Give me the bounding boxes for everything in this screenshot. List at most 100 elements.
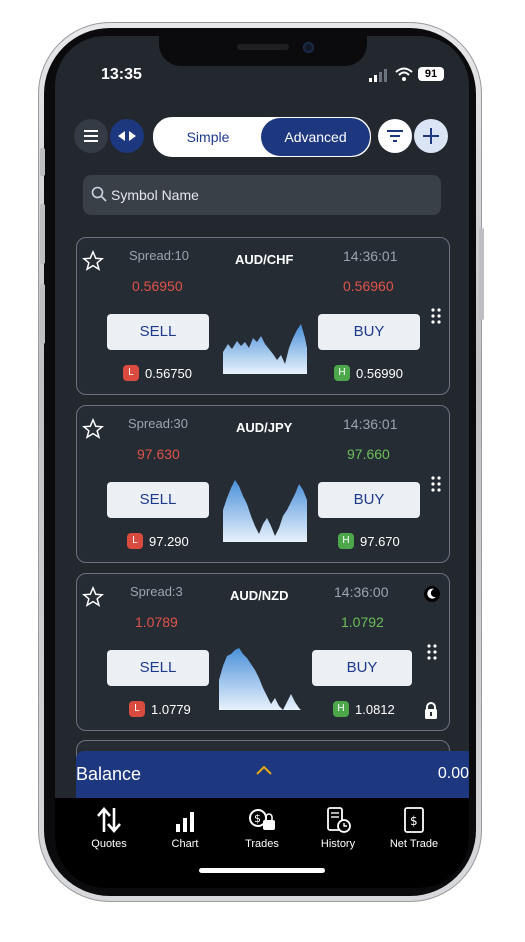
sell-button[interactable]: SELL: [107, 482, 209, 518]
bid-price: 0.56950: [132, 278, 183, 294]
tab-label: Net Trade: [389, 838, 439, 850]
menu-button[interactable]: [74, 119, 108, 153]
balance-label: Balance: [76, 764, 142, 784]
quote-time: 14:36:01: [343, 248, 398, 264]
symbol-name: AUD/JPY: [236, 420, 293, 435]
ask-price: 0.56960: [343, 278, 394, 294]
tab-label: Chart: [171, 838, 199, 850]
daily-low: L 1.0779: [129, 700, 191, 718]
tab-trades[interactable]: $ Trades: [223, 798, 301, 850]
low-badge: L: [127, 533, 143, 549]
search-placeholder: Symbol Name: [111, 187, 199, 203]
view-toggle-button[interactable]: [110, 119, 144, 153]
daily-low: L 97.290: [127, 532, 189, 550]
quote-card[interactable]: Spread:30 AUD/JPY 14:36:01 97.630 97.660…: [76, 405, 450, 563]
buy-button[interactable]: BUY: [312, 650, 412, 686]
chevron-up-icon[interactable]: [256, 765, 272, 775]
home-indicator: [199, 868, 325, 873]
low-badge: L: [129, 701, 145, 717]
status-time: 13:35: [101, 66, 142, 83]
low-value: 0.56750: [145, 365, 192, 381]
trades-icon: $: [249, 809, 275, 830]
svg-text:$: $: [254, 812, 261, 825]
high-badge: H: [334, 365, 350, 381]
daily-low: L 0.56750: [123, 364, 192, 382]
spread-label: Spread:3: [130, 584, 183, 599]
volume-up-button: [40, 204, 45, 264]
hamburger-icon: [84, 130, 98, 142]
bottom-tab-bar: Quotes Chart $ Trades History $ Net Trad…: [55, 798, 469, 888]
battery-indicator: 91: [418, 67, 444, 81]
drag-handle-icon[interactable]: [431, 476, 441, 492]
favorite-star-icon[interactable]: [82, 250, 104, 272]
tab-simple[interactable]: Simple: [154, 118, 262, 156]
high-value: 1.0812: [355, 701, 395, 717]
history-icon: [327, 807, 351, 833]
daily-high: H 0.56990: [334, 364, 403, 382]
signal-icon: [369, 69, 387, 82]
plus-icon: [423, 128, 439, 144]
drag-handle-icon[interactable]: [431, 308, 441, 324]
search-icon: [91, 186, 107, 202]
filter-button[interactable]: [378, 119, 412, 153]
sell-button[interactable]: SELL: [107, 314, 209, 350]
symbol-name: AUD/CHF: [235, 252, 294, 267]
quote-card[interactable]: Spread:10 AUD/CHF 14:36:01 0.56950 0.569…: [76, 237, 450, 395]
balance-value: 0.00: [437, 765, 469, 782]
low-badge: L: [123, 365, 139, 381]
sort-arrows-icon: [97, 807, 121, 833]
mode-segmented-control: Simple Advanced: [153, 117, 371, 157]
price-sparkline: [223, 324, 307, 374]
favorite-star-icon[interactable]: [82, 586, 104, 608]
tab-quotes[interactable]: Quotes: [70, 798, 148, 850]
tab-label: Quotes: [91, 838, 127, 850]
spread-label: Spread:30: [128, 416, 188, 431]
high-badge: H: [333, 701, 349, 717]
app-screen: 13:35 91 Simple Advanced Symbol Name Spr…: [55, 36, 469, 888]
add-symbol-button[interactable]: [414, 119, 448, 153]
price-sparkline: [223, 480, 307, 542]
search-input[interactable]: Symbol Name: [83, 175, 441, 215]
low-value: 1.0779: [151, 701, 191, 717]
tab-history[interactable]: History: [299, 798, 377, 850]
moon-icon: [424, 586, 440, 602]
left-right-arrows-icon: [118, 131, 136, 141]
volume-down-button: [40, 284, 45, 344]
low-value: 97.290: [149, 533, 189, 549]
tab-net-trade[interactable]: $ Net Trade: [375, 798, 453, 850]
power-button: [479, 228, 484, 320]
buy-button[interactable]: BUY: [318, 314, 420, 350]
quote-card[interactable]: Spread:3 AUD/NZD 14:36:00 1.0789 1.0792 …: [76, 573, 450, 731]
high-value: 97.670: [360, 533, 400, 549]
high-value: 0.56990: [356, 365, 403, 381]
ask-price: 97.660: [347, 446, 390, 462]
bid-price: 97.630: [137, 446, 180, 462]
wifi-icon: [395, 67, 413, 81]
drag-handle-icon[interactable]: [427, 644, 437, 660]
filter-icon: [387, 130, 403, 142]
lock-icon: [425, 702, 437, 719]
buy-button[interactable]: BUY: [318, 482, 420, 518]
symbol-name: AUD/NZD: [230, 588, 289, 603]
ask-price: 1.0792: [341, 614, 384, 630]
bid-price: 1.0789: [135, 614, 178, 630]
daily-high: H 1.0812: [333, 700, 395, 718]
net-trade-icon: $: [404, 807, 424, 833]
svg-text:$: $: [410, 814, 418, 828]
bar-chart-icon: [176, 812, 194, 832]
camera-icon: [303, 42, 314, 53]
sell-button[interactable]: SELL: [107, 650, 209, 686]
quote-time: 14:36:01: [343, 416, 398, 432]
quote-time: 14:36:00: [334, 584, 389, 600]
price-sparkline: [219, 648, 301, 710]
balance-bar[interactable]: Balance 0.00: [76, 751, 469, 798]
daily-high: H 97.670: [338, 532, 400, 550]
tab-label: Trades: [245, 838, 279, 850]
high-badge: H: [338, 533, 354, 549]
mute-switch: [40, 148, 45, 176]
spread-label: Spread:10: [129, 248, 189, 263]
tab-advanced[interactable]: Advanced: [261, 118, 370, 156]
favorite-star-icon[interactable]: [82, 418, 104, 440]
tab-chart[interactable]: Chart: [146, 798, 224, 850]
tab-label: History: [320, 838, 356, 850]
